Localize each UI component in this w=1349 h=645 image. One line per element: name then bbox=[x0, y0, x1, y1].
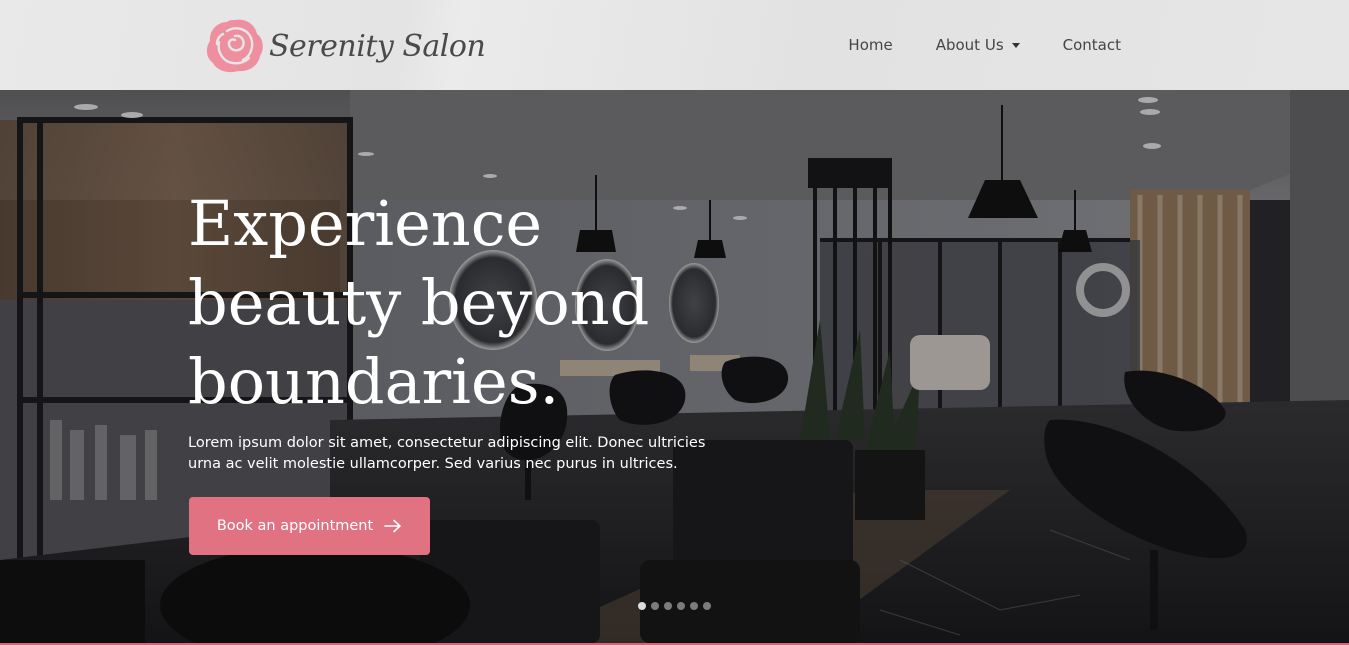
hero-description: Lorem ipsum dolor sit amet, consectetur … bbox=[188, 435, 706, 472]
slider-dot[interactable] bbox=[677, 602, 685, 610]
site-header: Serenity Salon Home About Us Contact bbox=[0, 0, 1349, 90]
hero-section: Experience beauty beyond boundaries. Lor… bbox=[0, 90, 1349, 643]
book-appointment-label: Book an appointment bbox=[216, 518, 374, 534]
main-nav: Home About Us Contact bbox=[805, 0, 1121, 90]
slider-dot[interactable] bbox=[703, 602, 711, 610]
brand-logo[interactable]: Serenity Salon bbox=[205, 16, 486, 74]
nav-about-dropdown[interactable]: About Us bbox=[936, 36, 1020, 54]
nav-home[interactable]: Home bbox=[848, 36, 892, 54]
slider-dot[interactable] bbox=[638, 602, 646, 610]
slider-dot[interactable] bbox=[664, 602, 672, 610]
slider-dot[interactable] bbox=[651, 602, 659, 610]
arrow-right-icon bbox=[384, 519, 401, 533]
slider-dot[interactable] bbox=[690, 602, 698, 610]
slider-pagination bbox=[638, 602, 716, 610]
rose-icon bbox=[206, 19, 263, 73]
caret-down-icon bbox=[1011, 42, 1020, 48]
hero-headline: Experience beauty beyond boundaries. bbox=[188, 187, 650, 418]
nav-contact[interactable]: Contact bbox=[1063, 36, 1121, 54]
nav-home-label: Home bbox=[848, 36, 893, 54]
nav-contact-label: Contact bbox=[1062, 36, 1121, 54]
book-appointment-button[interactable]: Book an appointment bbox=[189, 497, 430, 555]
brand-name: Serenity Salon bbox=[269, 28, 486, 64]
nav-about-label: About Us bbox=[935, 36, 1004, 54]
